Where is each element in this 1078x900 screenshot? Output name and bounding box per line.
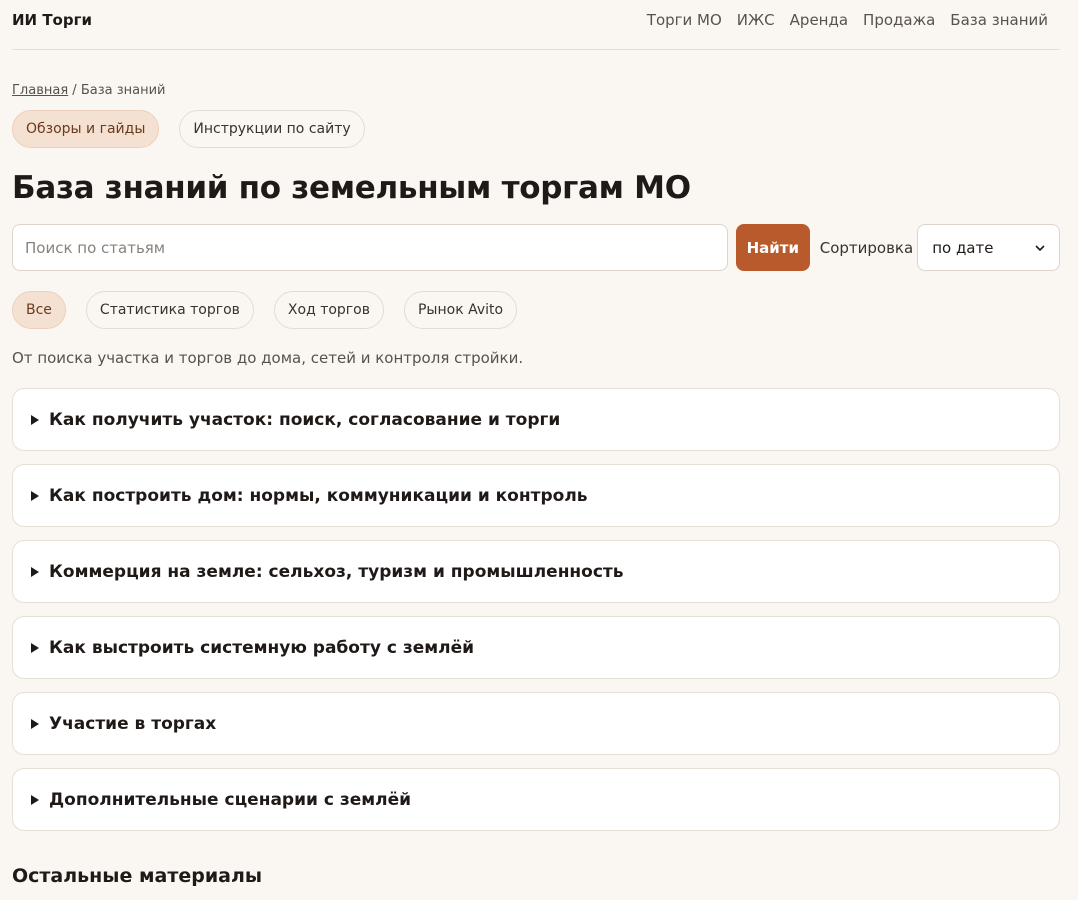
intro-text: От поиска участка и торгов до дома, сете… <box>12 349 524 367</box>
accordion-item-label: Коммерция на земле: сельхоз, туризм и пр… <box>49 561 624 582</box>
brand-logo[interactable]: ИИ Торги <box>12 11 92 29</box>
expand-triangle-icon <box>31 794 39 805</box>
accordion-item-label: Как построить дом: нормы, коммуникации и… <box>49 485 588 506</box>
tab-reviews-guides[interactable]: Обзоры и гайды <box>12 110 160 148</box>
expand-triangle-icon <box>31 490 39 501</box>
filter-all[interactable]: Все <box>12 291 66 329</box>
expand-triangle-icon <box>31 566 39 577</box>
tab-site-instructions[interactable]: Инструкции по сайту <box>179 110 365 148</box>
page: ИИ Торги Торги МО ИЖС Аренда Продажа Баз… <box>0 0 1078 900</box>
other-materials-heading: Остальные материалы <box>12 865 263 887</box>
filter-auction-progress[interactable]: Ход торгов <box>273 291 384 329</box>
filter-auction-stats[interactable]: Статистика торгов <box>85 291 254 329</box>
breadcrumb-current: База знаний <box>80 83 166 98</box>
sort-label: Сортировка <box>819 238 914 257</box>
top-nav: Торги МО ИЖС Аренда Продажа База знаний <box>647 11 1048 29</box>
nav-link-izhs[interactable]: ИЖС <box>737 11 775 29</box>
expand-triangle-icon <box>31 718 39 729</box>
accordion-item[interactable]: Дополнительные сценарии с землёй <box>12 768 1060 831</box>
nav-link-knowledge-base[interactable]: База знаний <box>950 11 1048 29</box>
category-filters: Все Статистика торгов Ход торгов Рынок A… <box>12 291 1060 329</box>
search-button[interactable]: Найти <box>735 224 810 271</box>
accordion: Как получить участок: поиск, согласовани… <box>12 388 1060 831</box>
accordion-item[interactable]: Коммерция на земле: сельхоз, туризм и пр… <box>12 540 1060 603</box>
accordion-item-label: Дополнительные сценарии с землёй <box>49 789 412 810</box>
section-tabs: Обзоры и гайды Инструкции по сайту <box>12 110 1060 148</box>
accordion-item[interactable]: Как получить участок: поиск, согласовани… <box>12 388 1060 451</box>
expand-triangle-icon <box>31 414 39 425</box>
search-row: Найти Сортировка по дате <box>12 224 1060 271</box>
accordion-item[interactable]: Участие в торгах <box>12 692 1060 755</box>
page-title: База знаний по земельным торгам МО <box>12 170 691 206</box>
filter-avito-market[interactable]: Рынок Avito <box>403 291 518 329</box>
chevron-down-icon <box>1035 244 1045 251</box>
breadcrumb-separator: / <box>72 83 77 98</box>
breadcrumb-home-link[interactable]: Главная <box>12 83 68 98</box>
nav-link-rent[interactable]: Аренда <box>790 11 848 29</box>
accordion-item-label: Как выстроить системную работу с землёй <box>49 637 475 658</box>
accordion-item-label: Как получить участок: поиск, согласовани… <box>49 409 561 430</box>
top-bar: ИИ Торги Торги МО ИЖС Аренда Продажа Баз… <box>12 0 1060 50</box>
accordion-item[interactable]: Как построить дом: нормы, коммуникации и… <box>12 464 1060 527</box>
expand-triangle-icon <box>31 642 39 653</box>
breadcrumb: Главная / База знаний <box>12 83 1060 98</box>
search-input[interactable] <box>12 224 728 271</box>
nav-link-torgi-mo[interactable]: Торги МО <box>647 11 722 29</box>
sort-select[interactable]: по дате <box>917 224 1060 271</box>
accordion-item-label: Участие в торгах <box>49 713 217 734</box>
sort-select-value: по дате <box>932 238 994 257</box>
nav-link-sale[interactable]: Продажа <box>863 11 935 29</box>
accordion-item[interactable]: Как выстроить системную работу с землёй <box>12 616 1060 679</box>
